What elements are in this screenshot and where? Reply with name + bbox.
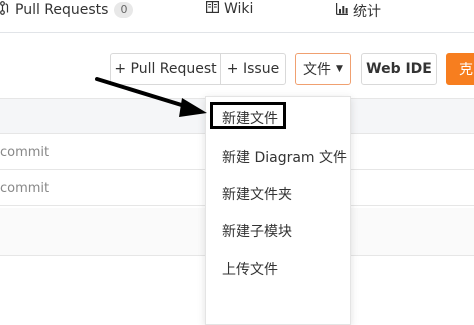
annotation-arrow-icon xyxy=(95,77,207,117)
